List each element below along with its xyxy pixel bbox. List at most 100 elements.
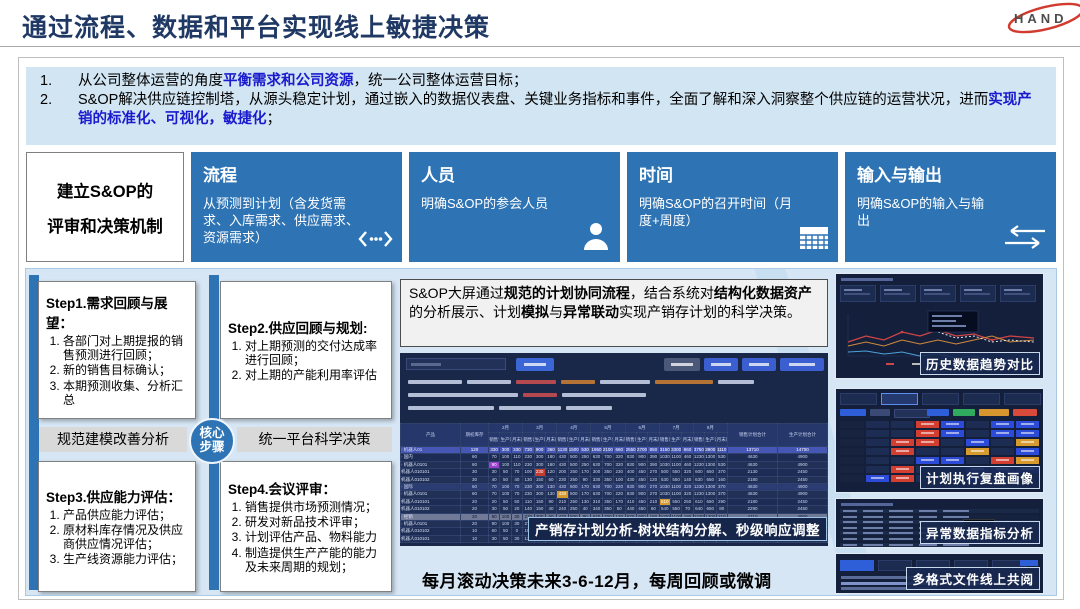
div-decor	[866, 457, 889, 464]
div-decor: Step2.供应回顾与规划:	[228, 317, 384, 337]
td-decor: 110	[523, 498, 534, 505]
th-decor: 生产计划	[500, 433, 511, 447]
td-decor: 70	[489, 454, 500, 461]
td-decor: 140	[682, 476, 693, 483]
div-decor	[920, 285, 956, 302]
div-decor	[840, 430, 1039, 437]
s-decor	[896, 468, 910, 470]
div-decor	[840, 515, 1039, 519]
div-decor	[891, 466, 914, 473]
td-decor: 330	[591, 476, 602, 483]
td-decor: 2450	[778, 469, 828, 476]
hand-logo: HAND	[996, 2, 1080, 46]
s-decor	[889, 510, 913, 512]
td-decor: 330	[489, 447, 500, 454]
td-decor: 60	[545, 476, 556, 483]
td-decor: 830	[625, 461, 636, 468]
td-decor: 650	[705, 506, 716, 513]
td-decor: 270	[648, 484, 659, 491]
div-decor: 明确S&OP的输入与输出	[857, 195, 997, 229]
div-decor	[840, 475, 864, 482]
td-decor: 320	[682, 491, 693, 498]
rect-decor	[800, 227, 828, 233]
td-decor: 350	[602, 476, 613, 483]
li-decor: 产品供应能力评估；	[63, 508, 188, 522]
i-decor: ›	[401, 462, 403, 467]
i-decor	[924, 289, 942, 291]
rect-decor	[932, 320, 956, 322]
b-decor: 异常联动	[563, 304, 619, 320]
th-decor: 月末库存	[511, 433, 522, 447]
td-decor: › 国内	[401, 454, 461, 461]
td-decor: 230	[523, 484, 534, 491]
td-decor: 150	[534, 506, 545, 513]
th-decor: 7月	[659, 424, 693, 433]
s-decor	[408, 380, 462, 384]
s-decor	[921, 423, 935, 425]
td-decor: 50	[500, 528, 511, 535]
li-decor: 各部门对上期提报的销售预测进行回顾；	[63, 334, 188, 362]
th-decor: 2月	[489, 424, 523, 433]
td-decor: 700	[602, 454, 613, 461]
s-decor	[655, 380, 713, 384]
em-decor	[964, 293, 990, 295]
td-decor: 30	[489, 469, 500, 476]
ol-decor: 产品供应能力评估； 原材料库存情况及供应商供应情况评估； 生产线资源能力评估；	[46, 508, 188, 568]
li-decor: 制造提供生产产能的能力及未来周期的规划；	[245, 546, 384, 574]
td-decor: 630	[591, 454, 602, 461]
td-decor: 530	[716, 461, 728, 468]
div-decor	[941, 457, 964, 464]
th-decor: 生产计划	[534, 433, 545, 447]
td-decor: 300	[534, 484, 545, 491]
td-decor: 410	[625, 498, 636, 505]
div-decor	[891, 421, 914, 428]
div-decor	[866, 421, 889, 428]
td-decor: 机器人010102	[401, 506, 461, 513]
tr-decor: 产品期初库存2月3月4月5月6月7月8月销售计划合计生产计划合计	[401, 424, 828, 433]
td-decor: 550	[671, 498, 682, 505]
td-decor: 60	[461, 461, 489, 468]
td-decor: 550	[671, 469, 682, 476]
div-decor	[891, 475, 914, 482]
span-decor: 生产计划	[501, 437, 511, 442]
td-decor: 1230	[693, 454, 704, 461]
th-decor: 生产计划	[602, 433, 613, 447]
div-decor	[916, 430, 939, 437]
td-decor: 120	[648, 476, 659, 483]
div-decor	[966, 430, 989, 437]
thumb-titlebar	[841, 503, 893, 506]
i-decor	[884, 289, 902, 291]
div-decor: 人员	[421, 161, 608, 186]
td-decor: 180	[545, 454, 556, 461]
div-decor	[891, 457, 914, 464]
td-decor: 100	[523, 469, 534, 476]
ol-decor: 销售提供市场预测情况； 研发对新品技术评审； 计划评估产品、物料能力 制造提供生…	[228, 500, 384, 575]
slide: 通过流程、数据和平台实现线上敏捷决策 HAND 1. 从公司整体运营的角度平衡需…	[0, 0, 1080, 609]
td-decor: 90	[489, 513, 500, 520]
th-decor: 销售计划合计	[728, 424, 778, 447]
td-decor: 4630	[728, 484, 778, 491]
cadence-footnote: 每月滚动决策未来3-6-12月，每周回顾或微调	[422, 567, 772, 592]
thumb-titlebar	[841, 278, 893, 281]
td-decor: 650	[705, 498, 716, 505]
td-decor: 120	[545, 469, 556, 476]
span-decor: 生产计划	[671, 437, 681, 442]
i-decor	[964, 289, 982, 291]
dashboard-settings-button	[664, 358, 700, 371]
div-decor	[840, 448, 1039, 455]
s-decor	[863, 510, 883, 512]
span-decor: 销售计划	[694, 437, 704, 442]
table-row: › 机器人01016070100702303001304305001706307…	[401, 491, 828, 498]
td-decor: 2130	[728, 469, 778, 476]
s-decor	[863, 527, 883, 529]
td-decor: 250	[568, 469, 579, 476]
i-decor	[789, 363, 815, 366]
td-decor: 210	[648, 498, 659, 505]
td-decor: 500	[568, 484, 579, 491]
div-decor	[840, 466, 864, 473]
td-decor: 1300	[705, 454, 716, 461]
flow-icon	[357, 228, 393, 255]
td-decor: 300	[591, 469, 602, 476]
td-decor: 370	[716, 484, 728, 491]
circle-decor	[991, 339, 994, 342]
